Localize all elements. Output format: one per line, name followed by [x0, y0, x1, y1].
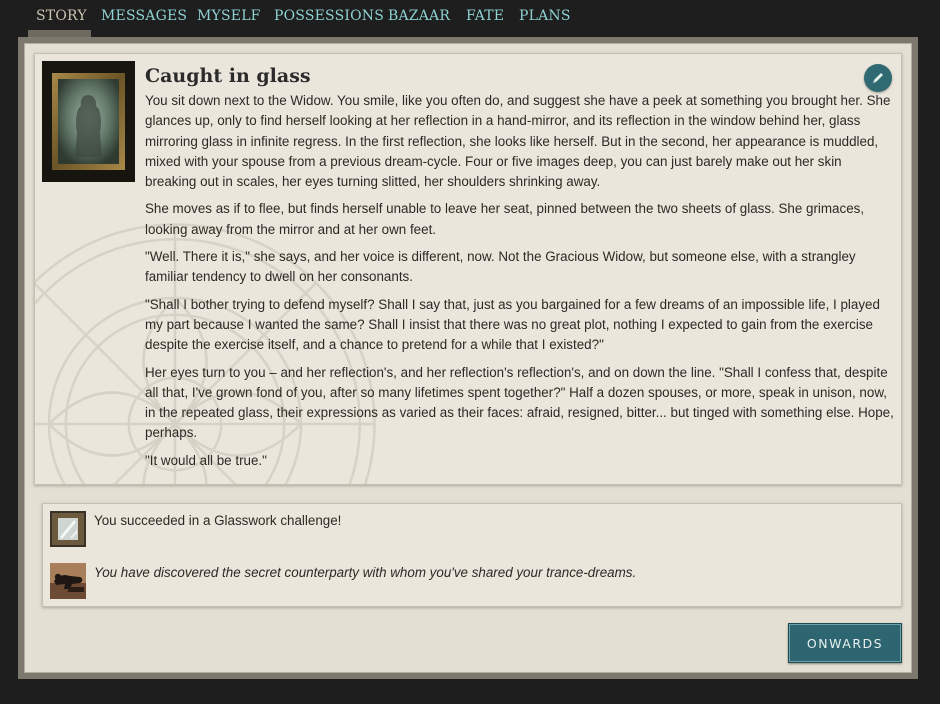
- pencil-icon: [873, 73, 883, 83]
- tab-myself[interactable]: MYSELF: [197, 6, 261, 26]
- tab-bazaar[interactable]: BAZAAR: [388, 6, 450, 26]
- story-paragraph: You sit down next to the Widow. You smil…: [145, 93, 891, 190]
- story-paragraph: "Shall I bother trying to defend myself?…: [145, 296, 880, 353]
- tab-plans[interactable]: PLANS: [519, 6, 571, 26]
- tab-story[interactable]: STORY: [36, 6, 87, 26]
- reclining-figure-icon: [50, 563, 86, 599]
- tab-messages[interactable]: MESSAGES: [101, 6, 187, 26]
- tab-fate[interactable]: FATE: [466, 6, 504, 26]
- story-paragraph: "It would all be true.": [145, 452, 267, 468]
- result-challenge-text: You succeeded in a Glasswork challenge!: [94, 513, 342, 528]
- storylet-title: Caught in glass: [145, 65, 311, 87]
- edit-button[interactable]: [864, 64, 892, 92]
- storylet-image: [42, 61, 135, 182]
- top-navigation: STORY MESSAGES MYSELF POSSESSIONS BAZAAR…: [0, 0, 940, 36]
- framed-mirror-portrait-icon: [42, 61, 135, 182]
- storylet-description: You sit down next to the Widow. You smil…: [145, 91, 895, 478]
- story-paragraph: "Well. There it is," she says, and her v…: [145, 249, 856, 285]
- story-paragraph: Her eyes turn to you – and her reflectio…: [145, 364, 894, 441]
- active-tab-indicator: [28, 30, 91, 37]
- result-discovery-text: You have discovered the secret counterpa…: [94, 565, 637, 580]
- onwards-button[interactable]: ONWARDS: [788, 623, 902, 663]
- glass-pane-icon: [50, 511, 86, 547]
- story-paragraph: She moves as if to flee, but finds herse…: [145, 201, 865, 237]
- tab-possessions[interactable]: POSSESSIONS: [274, 6, 384, 26]
